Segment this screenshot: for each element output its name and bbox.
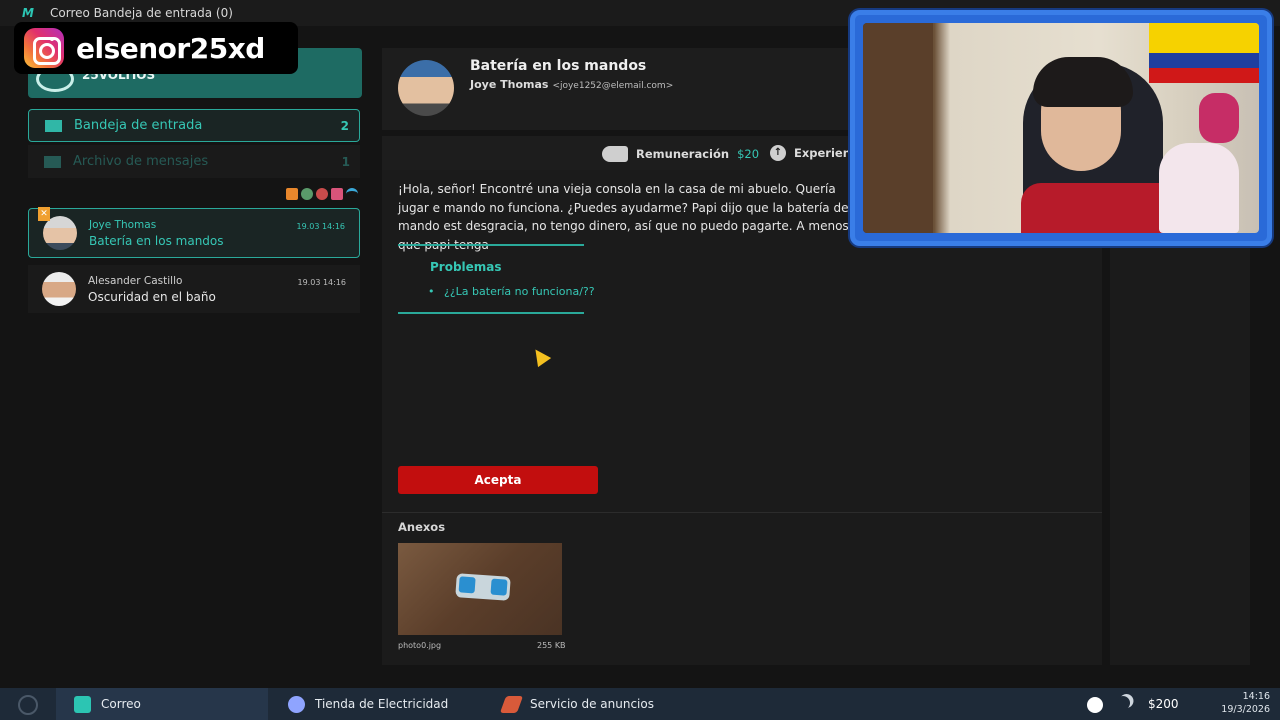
attachment-size: 255 KB bbox=[537, 641, 566, 650]
webcam-anime-figure bbox=[1159, 143, 1239, 233]
wifi-icon bbox=[346, 188, 358, 200]
new-badge-icon: ✕ bbox=[38, 207, 50, 221]
mail-from: Joye Thomas bbox=[89, 218, 157, 231]
shop-icon bbox=[288, 695, 305, 713]
sidebar-item-label: Archivo de mensajes bbox=[73, 154, 209, 169]
message-sender: Joye Thomas <joye1252@elemail.com> bbox=[470, 78, 673, 91]
sender-name: Joye Thomas bbox=[470, 78, 549, 91]
divider bbox=[398, 244, 584, 246]
globe-icon bbox=[301, 188, 313, 200]
arrow-up-icon: ↑ bbox=[770, 145, 786, 161]
clock-date: 19/3/2026 bbox=[1221, 704, 1270, 715]
controller-image bbox=[455, 573, 511, 601]
problem-item: ¿¿La batería no funciona/?? bbox=[428, 285, 595, 298]
mail-date: 19.03 14:16 bbox=[296, 222, 346, 231]
archive-icon bbox=[44, 155, 61, 168]
hand-money-icon bbox=[602, 146, 628, 162]
right-panel bbox=[1110, 245, 1250, 665]
webcam-door bbox=[863, 23, 933, 233]
mail-subject: Batería en los mandos bbox=[89, 233, 224, 248]
reward: Remuneración $20 bbox=[602, 146, 759, 162]
instagram-overlay: elsenor25xd bbox=[14, 22, 298, 74]
rss-icon bbox=[286, 188, 298, 200]
balance: $200 bbox=[1148, 697, 1179, 711]
taskbar-item-label: Correo bbox=[101, 697, 141, 711]
webcam-feed bbox=[863, 23, 1259, 233]
separator bbox=[382, 512, 1102, 513]
attachment-name: photo0.jpg bbox=[398, 641, 442, 650]
mouse-cursor-icon bbox=[528, 344, 552, 368]
ads-icon bbox=[499, 695, 524, 713]
sender-avatar bbox=[398, 60, 454, 116]
taskbar-item-correo[interactable]: Correo bbox=[56, 688, 268, 720]
webcam-hair bbox=[1033, 57, 1133, 107]
attachments-title: Anexos bbox=[398, 520, 446, 534]
power-icon[interactable] bbox=[18, 695, 38, 715]
taskbar-item-shop[interactable]: Tienda de Electricidad bbox=[270, 688, 482, 720]
moon-icon[interactable] bbox=[1113, 693, 1132, 712]
sidebar-item-archive[interactable]: Archivo de mensajes 1 bbox=[28, 145, 360, 178]
sidebar-item-inbox[interactable]: Bandeja de entrada 2 bbox=[28, 109, 360, 142]
message-subject: Batería en los mandos bbox=[470, 58, 647, 74]
toggle-icon[interactable] bbox=[1087, 697, 1103, 713]
taskbar-item-label: Servicio de anuncios bbox=[530, 697, 654, 711]
message-body: ¡Hola, señor! Encontré una vieja consola… bbox=[398, 182, 852, 252]
mail-app-icon bbox=[74, 695, 91, 713]
attachment-thumbnail[interactable] bbox=[398, 543, 562, 635]
reward-amount: $20 bbox=[737, 147, 760, 161]
avatar bbox=[42, 272, 76, 306]
problems-title: Problemas bbox=[430, 260, 502, 274]
mail-from: Alesander Castillo bbox=[88, 274, 183, 287]
sender-email: <joye1252@elemail.com> bbox=[552, 81, 674, 91]
status-icons bbox=[286, 188, 358, 200]
webcam-plush bbox=[1199, 93, 1239, 143]
taskbar: Correo Tienda de Electricidad Servicio d… bbox=[0, 688, 1280, 720]
mail-date: 19.03 14:16 bbox=[297, 278, 347, 287]
taskbar-item-label: Tienda de Electricidad bbox=[315, 697, 449, 711]
inbox-count: 2 bbox=[340, 118, 349, 133]
instagram-icon bbox=[24, 28, 64, 68]
archive-count: 1 bbox=[341, 154, 350, 169]
heart-icon bbox=[331, 188, 343, 200]
clock-time: 14:16 bbox=[1242, 691, 1270, 702]
accept-button[interactable]: Acepta bbox=[398, 466, 598, 494]
envelope-icon bbox=[45, 119, 62, 132]
sidebar-item-label: Bandeja de entrada bbox=[74, 118, 203, 133]
mail-icon bbox=[316, 188, 328, 200]
webcam-flag bbox=[1149, 23, 1259, 83]
taskbar-item-ads[interactable]: Servicio de anuncios bbox=[485, 688, 697, 720]
avatar bbox=[43, 216, 77, 250]
mail-subject: Oscuridad en el baño bbox=[88, 289, 216, 304]
instagram-handle: elsenor25xd bbox=[76, 31, 265, 65]
app-logo: M bbox=[22, 6, 34, 20]
mail-item[interactable]: ✕ Joye Thomas Batería en los mandos 19.0… bbox=[28, 207, 360, 258]
mail-item[interactable]: Alesander Castillo Oscuridad en el baño … bbox=[28, 265, 360, 313]
reward-label: Remuneración bbox=[636, 147, 730, 161]
window-title: Correo Bandeja de entrada (0) bbox=[50, 6, 233, 20]
divider bbox=[398, 312, 584, 314]
clock: 14:16 19/3/2026 bbox=[1212, 690, 1270, 716]
webcam-overlay bbox=[850, 10, 1272, 246]
